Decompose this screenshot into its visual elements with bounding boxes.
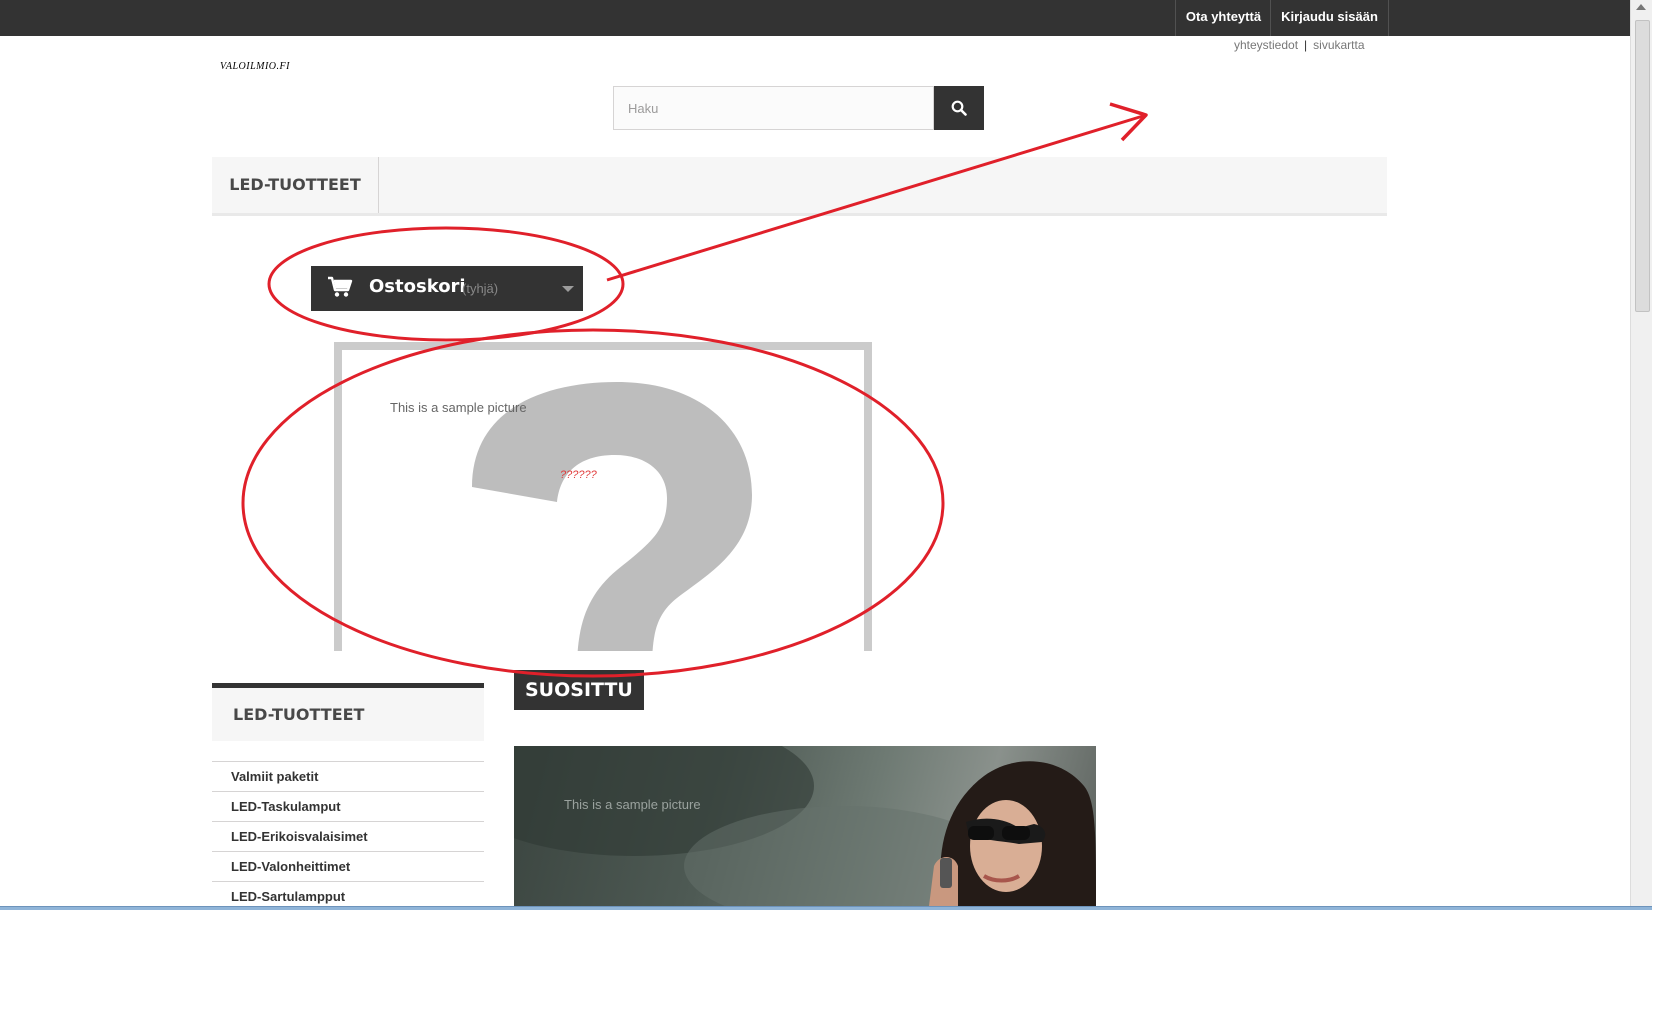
window-bottom-edge [0,906,1652,910]
sidebar-item-led-erikoisvalaisimet[interactable]: LED-Erikoisvalaisimet [212,821,484,851]
site-logo[interactable]: VALOILMIO.FI [220,61,290,72]
sidebar-heading: LED-TUOTTEET [212,683,484,741]
chevron-down-icon [562,286,574,292]
featured-heading[interactable]: SUOSITTU [514,670,644,710]
scrollbar-thumb[interactable] [1635,20,1650,312]
utility-links: yhteystiedot | sivukartta [1234,38,1365,52]
browser-viewport: Ota yhteyttä Kirjaudu sisään yhteystiedo… [0,0,1652,906]
sidebar-item-led-sartulampput[interactable]: LED-Sartulampput [212,881,484,906]
sitemap-link[interactable]: sivukartta [1313,38,1364,52]
search-input[interactable] [613,86,934,130]
cart-icon [328,276,353,297]
contact-link[interactable]: Ota yhteyttä [1175,0,1271,36]
main-menu: LED-TUOTTEET [212,157,1387,216]
top-nav-bar: Ota yhteyttä Kirjaudu sisään [0,0,1630,36]
cart-status: (tyhjä) [462,281,499,296]
banner-caption: This is a sample picture [564,797,701,812]
sidebar-item-valmiit-paketit[interactable]: Valmiit paketit [212,761,484,791]
sidebar-item-led-valonheittimet[interactable]: LED-Valonheittimet [212,851,484,881]
login-link[interactable]: Kirjaudu sisään [1270,0,1389,36]
featured-banner-image[interactable]: This is a sample picture [514,746,1096,906]
scroll-up-arrow-icon[interactable] [1636,4,1646,10]
sample-image-caption: This is a sample picture [390,400,527,415]
vertical-scrollbar[interactable] [1630,0,1652,906]
contact-info-link[interactable]: yhteystiedot [1234,38,1298,52]
utility-separator: | [1304,38,1308,52]
sidebar-item-led-taskulamput[interactable]: LED-Taskulamput [212,791,484,821]
sidebar-category-list: Valmiit paketit LED-Taskulamput LED-Erik… [212,761,484,906]
shopping-cart-button[interactable]: Ostoskori (tyhjä) [311,266,583,311]
menu-item-led-tuotteet[interactable]: LED-TUOTTEET [212,157,379,213]
sample-image-placeholder: This is a sample picture ?????? [334,342,872,651]
search-button[interactable] [934,86,984,130]
search-icon [951,100,967,116]
cart-title: Ostoskori [369,276,466,297]
banner-photo [514,746,1096,906]
broken-text: ?????? [560,469,597,481]
